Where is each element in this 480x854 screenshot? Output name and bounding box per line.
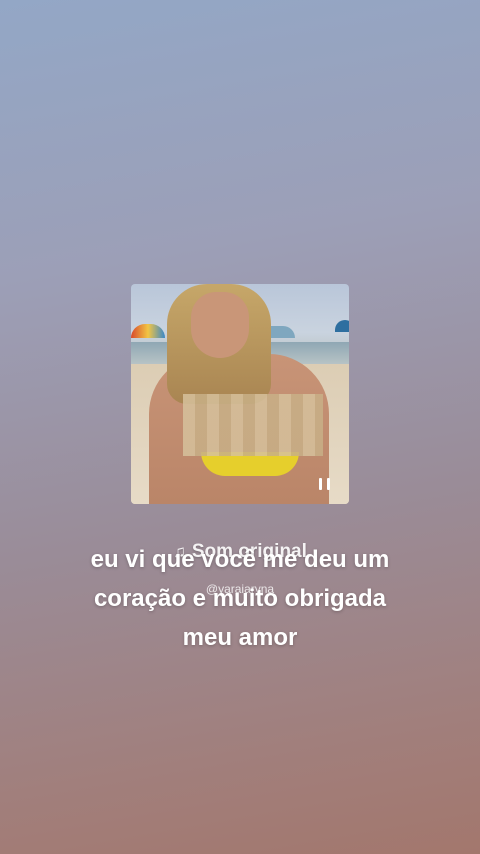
beach-umbrella <box>335 320 349 332</box>
caption-line: eu vi que você me deu um <box>90 546 390 573</box>
beach-umbrella <box>131 324 165 338</box>
album-cover-photo[interactable] <box>131 284 349 504</box>
caption-line: meu amor <box>182 624 298 651</box>
story-caption: eu vi que você me deu um coração e muito… <box>40 540 440 657</box>
pause-icon[interactable] <box>319 472 335 490</box>
person-face <box>191 292 249 358</box>
caption-line: coração e muito obrigada <box>93 585 387 612</box>
blurred-region <box>183 394 323 456</box>
